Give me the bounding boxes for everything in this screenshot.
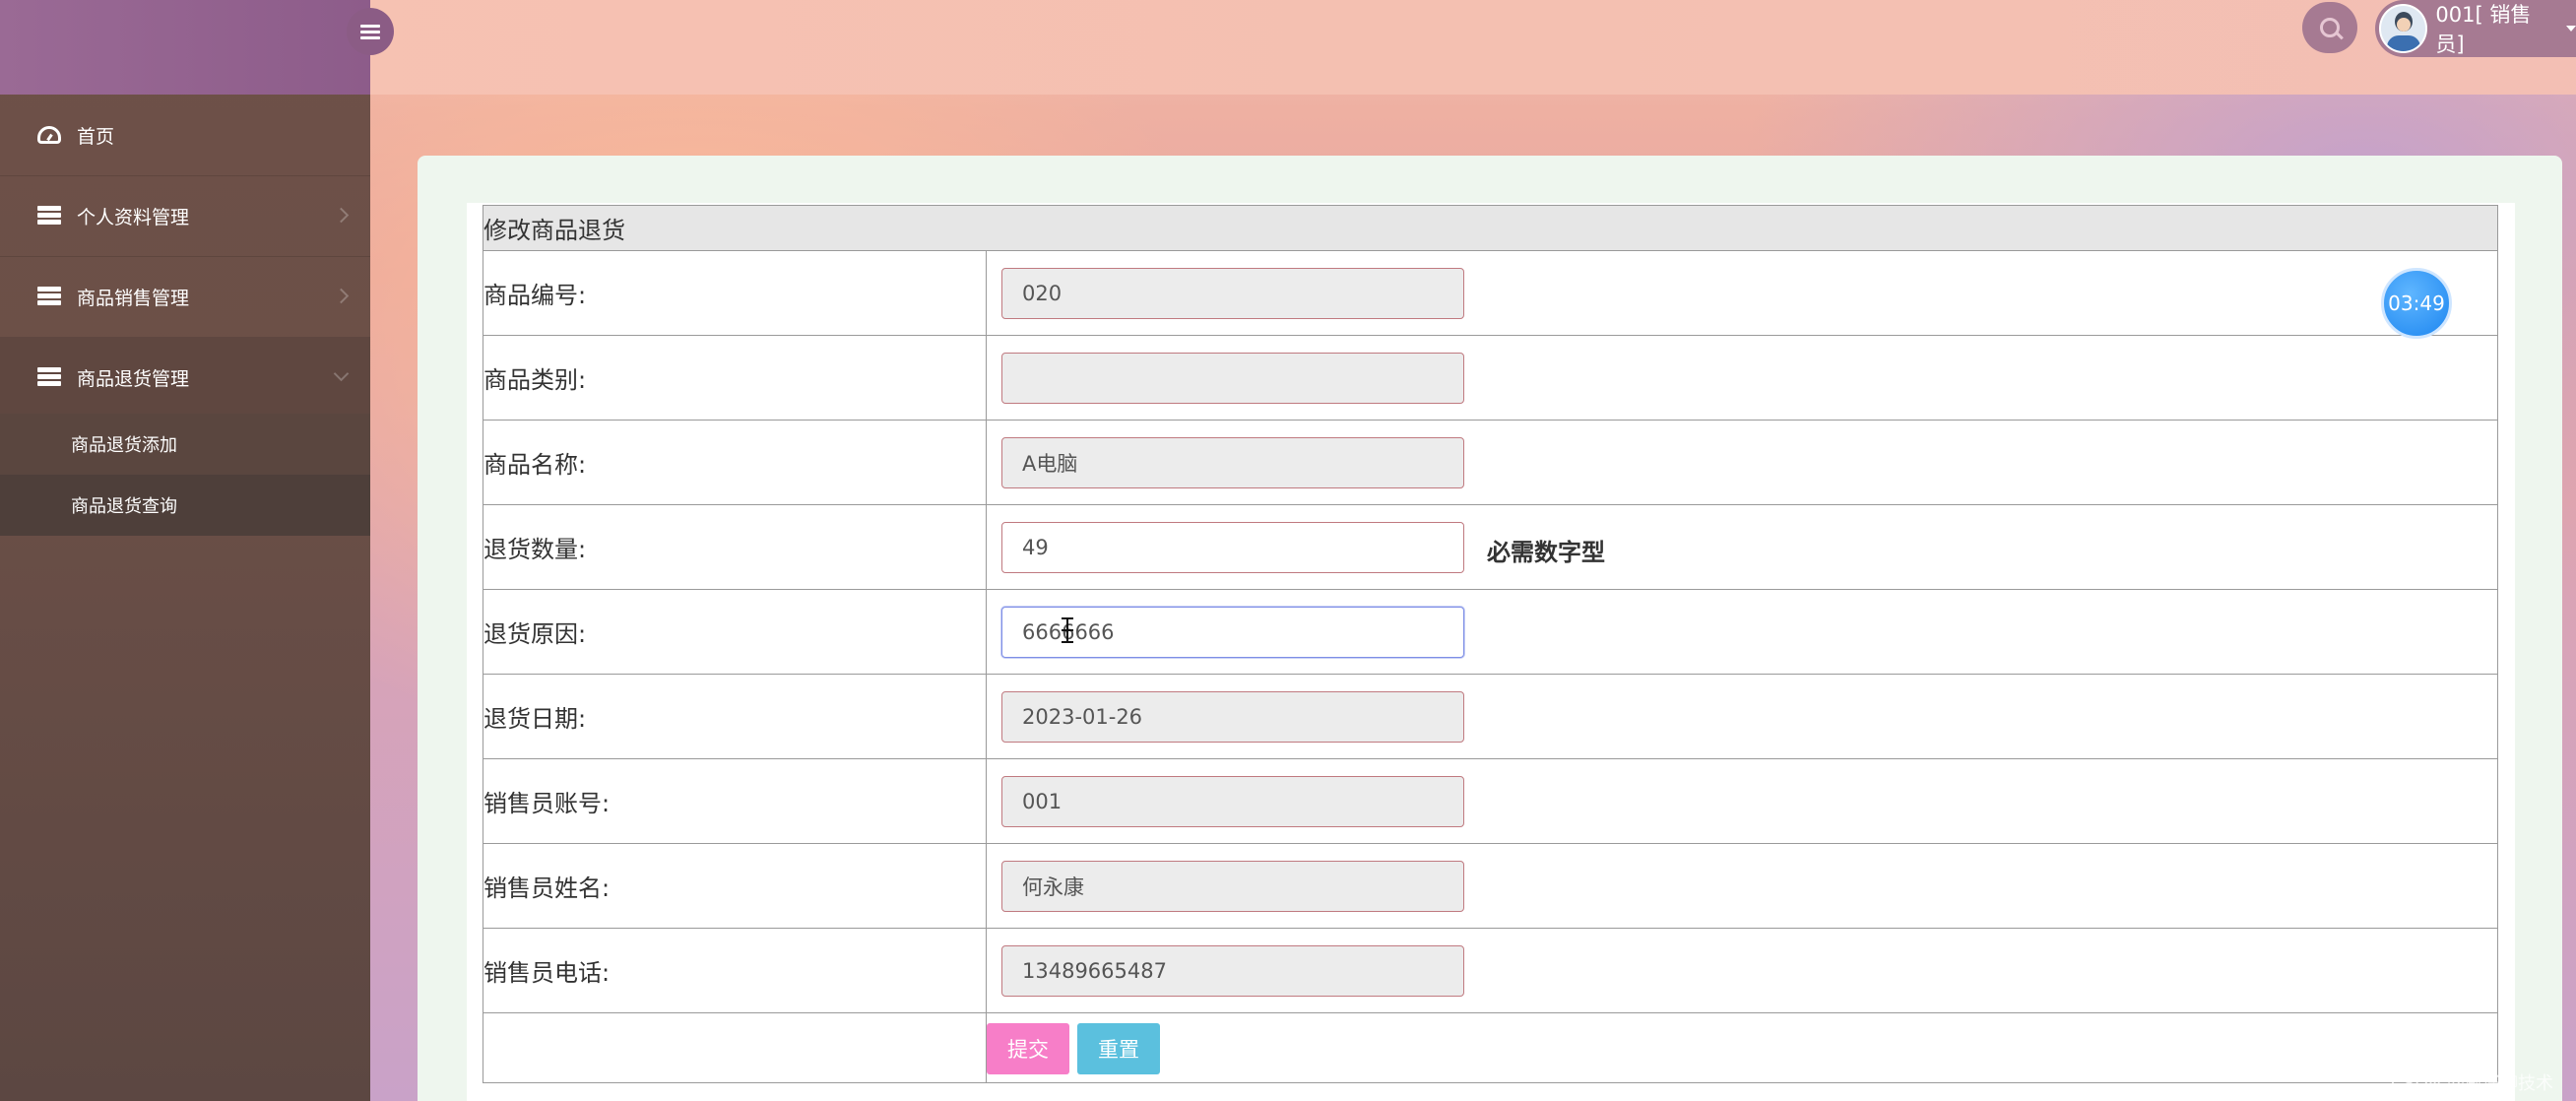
product-id-field[interactable] (1001, 268, 1464, 319)
user-label: 001[ 销售员] (2435, 3, 2532, 56)
sidebar-item-home[interactable]: 首页 (0, 95, 370, 176)
sidebar-header (0, 0, 370, 95)
search-button[interactable] (2302, 2, 2357, 53)
form-actions-row: 提交 重置 (483, 1012, 2498, 1083)
sidebar-item-label: 商品销售管理 (77, 287, 190, 309)
sidebar-subitem-label: 商品退货添加 (71, 435, 177, 456)
return-quantity-field[interactable] (1001, 522, 1464, 573)
field-label: 商品名称: (483, 420, 987, 505)
dashboard-icon (37, 126, 61, 144)
search-icon (2320, 18, 2340, 37)
sidebar-subitem-return-query[interactable]: 商品退货查询 (0, 475, 370, 536)
field-label: 退货日期: (483, 674, 987, 759)
form-row: 退货日期: (483, 674, 2498, 759)
timer-badge[interactable]: 03:49 (2381, 268, 2452, 339)
salesperson-account-field[interactable] (1001, 776, 1464, 827)
field-label: 销售员姓名: (483, 843, 987, 929)
chevron-right-icon (333, 207, 350, 224)
field-label: 销售员电话: (483, 928, 987, 1013)
sidebar-subitem-return-add[interactable]: 商品退货添加 (0, 414, 370, 475)
form-row: 销售员账号: (483, 758, 2498, 844)
return-reason-field[interactable] (1001, 607, 1464, 658)
field-label: 商品编号: (483, 250, 987, 336)
chevron-down-icon (333, 365, 350, 382)
submit-button[interactable]: 提交 (987, 1023, 1069, 1074)
field-label: 退货原因: (483, 589, 987, 675)
list-icon (37, 367, 61, 387)
sidebar-item-label: 个人资料管理 (77, 206, 190, 228)
form-row: 商品编号: (483, 250, 2498, 336)
sidebar-subitem-label: 商品退货查询 (71, 496, 177, 517)
watermark: CSDN @威仔聊技术 (2391, 1073, 2554, 1094)
sidebar-item-profile[interactable]: 个人资料管理 (0, 175, 370, 257)
form-row: 退货数量: 必需数字型 (483, 504, 2498, 590)
form-row: 商品名称: (483, 420, 2498, 505)
sidebar-item-label: 商品退货管理 (77, 367, 190, 390)
sidebar-item-label: 首页 (77, 125, 115, 148)
salesperson-name-field[interactable] (1001, 861, 1464, 912)
reset-button[interactable]: 重置 (1077, 1023, 1160, 1074)
list-icon (37, 287, 61, 306)
sidebar-item-returns[interactable]: 商品退货管理 (0, 337, 370, 419)
form-row: 商品类别: (483, 335, 2498, 421)
return-date-field[interactable] (1001, 691, 1464, 743)
form-row: 销售员姓名: (483, 843, 2498, 929)
product-category-field[interactable] (1001, 353, 1464, 404)
caret-down-icon (2566, 26, 2576, 32)
form-row: 销售员电话: (483, 928, 2498, 1013)
hamburger-icon (360, 25, 380, 39)
sidebar-toggle-button[interactable] (347, 8, 394, 55)
text-cursor-icon (1062, 617, 1073, 643)
field-label: 商品类别: (483, 335, 987, 421)
field-label: 退货数量: (483, 504, 987, 590)
numeric-hint: 必需数字型 (1487, 539, 1605, 566)
field-label: 销售员账号: (483, 758, 987, 844)
form-row: 退货原因: (483, 589, 2498, 675)
form-title: 修改商品退货 (483, 205, 2498, 251)
sidebar-item-sales[interactable]: 商品销售管理 (0, 256, 370, 338)
chevron-right-icon (333, 288, 350, 304)
user-menu[interactable]: 001[ 销售员] (2375, 0, 2576, 57)
list-icon (37, 206, 61, 226)
avatar (2379, 4, 2428, 53)
salesperson-phone-field[interactable] (1001, 945, 1464, 997)
product-name-field[interactable] (1001, 437, 1464, 488)
sidebar: 首页 个人资料管理 商品销售管理 商品退货管理 商品退货添加 商品退货查询 (0, 0, 370, 1101)
edit-return-form: 修改商品退货 商品编号: 商品类别: 商品名称: 退货数量: 必需数字型 退货原… (483, 205, 2498, 1083)
